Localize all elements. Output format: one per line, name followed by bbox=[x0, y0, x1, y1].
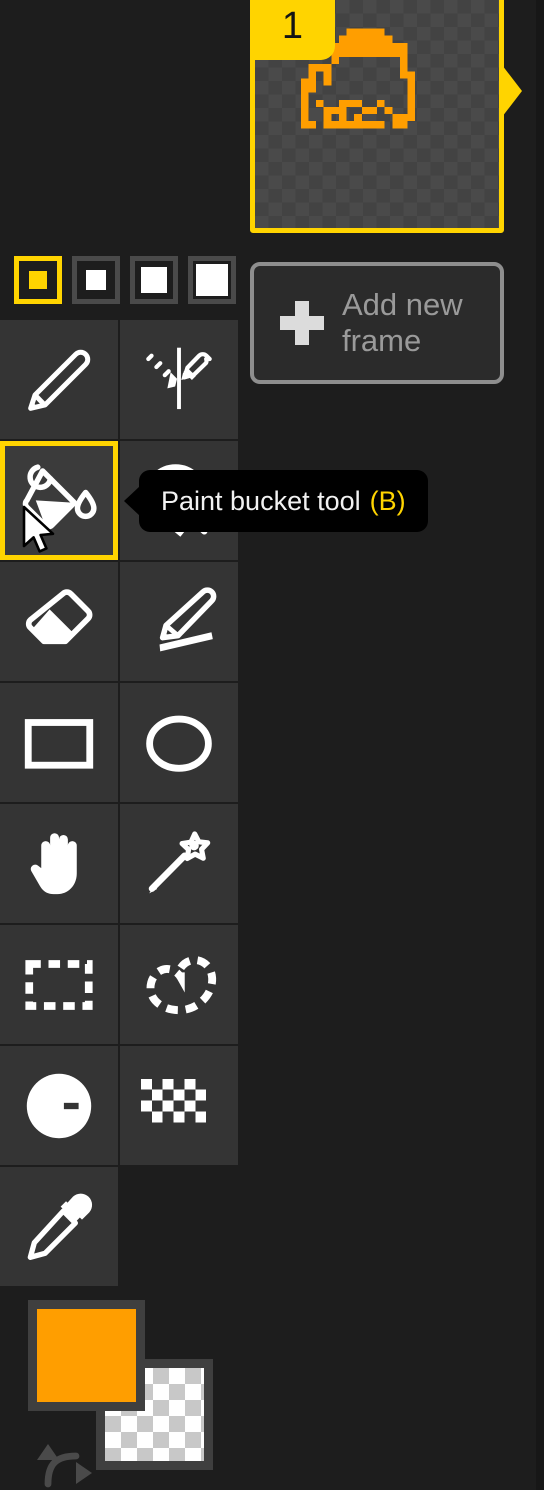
tool-row-7 bbox=[0, 1046, 240, 1167]
mirror-pencil-tool[interactable] bbox=[120, 320, 238, 439]
checkerboard-icon bbox=[141, 1078, 207, 1122]
dodge-burn-icon bbox=[26, 1073, 92, 1138]
brush-size-selector bbox=[14, 256, 236, 304]
eyedropper-icon bbox=[27, 1193, 93, 1260]
line-tool[interactable] bbox=[120, 562, 238, 681]
line-pencil-icon bbox=[159, 586, 217, 651]
brush-size-1-dot bbox=[29, 271, 47, 289]
dashed-rectangle-icon bbox=[25, 959, 93, 1010]
brush-size-1[interactable] bbox=[14, 256, 62, 304]
paint-bucket-icon bbox=[22, 463, 97, 529]
magic-wand-tool[interactable] bbox=[120, 804, 238, 923]
brush-size-3[interactable] bbox=[130, 256, 178, 304]
rectangle-select-tool[interactable] bbox=[0, 925, 118, 1044]
brush-size-2-dot bbox=[86, 270, 106, 290]
play-arrow-icon[interactable] bbox=[502, 65, 522, 117]
mirror-pencil-icon bbox=[146, 347, 212, 409]
add-frame-line-2: frame bbox=[342, 323, 422, 358]
rectangle-tool[interactable] bbox=[0, 683, 118, 802]
tool-row-8 bbox=[0, 1167, 240, 1288]
eraser-tool[interactable] bbox=[0, 562, 118, 681]
brush-size-2[interactable] bbox=[72, 256, 120, 304]
add-new-frame-label: Add new frame bbox=[342, 287, 482, 359]
swap-colors-arrow-icon[interactable] bbox=[36, 1436, 98, 1488]
add-frame-line-1: Add new bbox=[342, 287, 463, 322]
brush-size-4-dot bbox=[196, 264, 228, 296]
dither-tool[interactable] bbox=[120, 1046, 238, 1165]
tool-row-5 bbox=[0, 804, 240, 925]
color-swatches bbox=[0, 1296, 240, 1490]
dashed-lasso-icon bbox=[146, 955, 217, 1014]
foreground-color-swatch[interactable] bbox=[28, 1300, 145, 1411]
magic-wand-icon bbox=[148, 830, 211, 893]
tool-tooltip: Paint bucket tool (B) bbox=[124, 470, 428, 532]
tool-row-1 bbox=[0, 320, 240, 441]
paint-bucket-tool[interactable] bbox=[0, 441, 119, 560]
eraser-icon bbox=[25, 588, 93, 644]
brush-size-3-dot bbox=[141, 267, 167, 293]
empty-slot bbox=[120, 1167, 238, 1286]
add-new-frame-button[interactable]: Add new frame bbox=[250, 262, 504, 384]
tool-row-4 bbox=[0, 683, 240, 804]
rectangle-icon bbox=[24, 718, 94, 769]
tooltip-arrow-icon bbox=[124, 486, 140, 516]
frame-thumbnail-1[interactable]: 1 bbox=[250, 0, 504, 233]
lighten-darken-tool[interactable] bbox=[0, 1046, 118, 1165]
ellipse-icon bbox=[146, 715, 212, 772]
pencil-icon bbox=[28, 349, 91, 411]
tooltip-shortcut: (B) bbox=[369, 485, 406, 516]
tooltip-label: Paint bucket tool bbox=[161, 485, 361, 516]
ellipse-tool[interactable] bbox=[120, 683, 238, 802]
pencil-tool[interactable] bbox=[0, 320, 118, 439]
right-edge-strip bbox=[536, 0, 544, 1490]
frame-number-badge: 1 bbox=[255, 0, 335, 60]
frame-timeline: 1 bbox=[250, 0, 522, 235]
move-tool[interactable] bbox=[0, 804, 118, 923]
tool-palette bbox=[0, 320, 240, 1288]
eyedropper-tool[interactable] bbox=[0, 1167, 118, 1286]
plus-icon bbox=[280, 301, 324, 345]
pixel-editor-root: 1 Add new frame Paint bucket tool (B) bbox=[0, 0, 544, 1490]
lasso-select-tool[interactable] bbox=[120, 925, 238, 1044]
brush-size-4[interactable] bbox=[188, 256, 236, 304]
tool-row-6 bbox=[0, 925, 240, 1046]
hand-icon bbox=[30, 832, 77, 894]
tool-row-3 bbox=[0, 562, 240, 683]
